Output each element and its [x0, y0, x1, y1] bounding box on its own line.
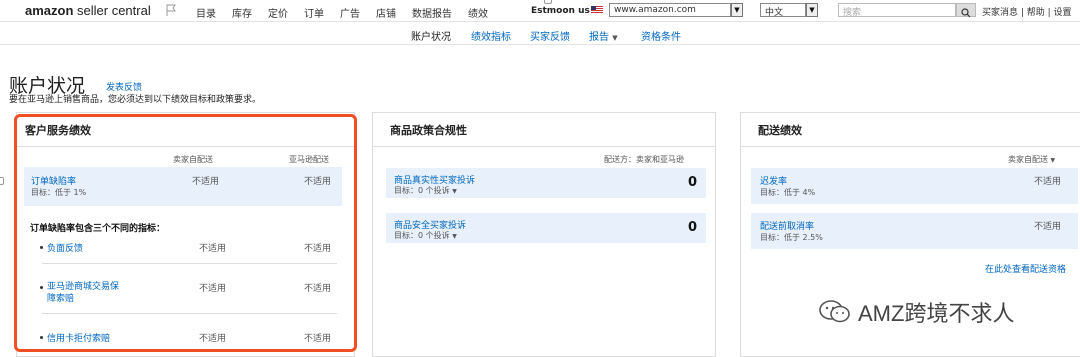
nav-stores[interactable]: 店铺: [376, 5, 396, 20]
nav-pricing[interactable]: 定价: [268, 5, 288, 20]
authenticity-target: 目标：0 个投诉 ▼: [394, 185, 457, 196]
subnav-reports[interactable]: 报告 ▼: [589, 28, 618, 43]
chevron-down-icon: ▼: [1050, 157, 1056, 164]
card-divider: [373, 146, 715, 147]
nav-performance[interactable]: 绩效: [468, 5, 488, 20]
search-input[interactable]: 搜索: [838, 3, 956, 18]
store-name: Estmoon us: [531, 6, 590, 16]
shipping-title: 配送绩效: [758, 124, 802, 137]
marketplace-select[interactable]: www.amazon.com: [609, 3, 731, 17]
shipping-eligibility-link[interactable]: 在此处查看配送资格: [985, 262, 1066, 275]
nav-advertising[interactable]: 广告: [340, 5, 360, 20]
nav-reports[interactable]: 数据报告: [412, 5, 452, 20]
policy-title: 商品政策合规性: [390, 124, 467, 137]
page-description: 要在亚马逊上销售商品，您必须达到以下绩效目标和政策要求。: [9, 95, 262, 105]
safety-value: 0: [688, 220, 698, 235]
late-shipment-target: 目标：低于 4%: [760, 188, 816, 197]
policy-compliance-card: 商品政策合规性 配送方：卖家和亚马逊 商品真实性买家投诉 目标：0 个投诉 ▼ …: [372, 112, 716, 357]
top-bar: amazon seller central 目录 库存 定价 订单 广告 店铺 …: [0, 0, 1080, 22]
flag-icon[interactable]: [165, 4, 177, 16]
shipping-filter[interactable]: 卖家自配送 ▼: [1008, 154, 1055, 165]
top-links[interactable]: 买家消息 | 帮助 | 设置: [982, 5, 1072, 18]
highlight-annotation: [14, 114, 357, 352]
cancel-rate-value: 不适用: [1034, 222, 1062, 232]
chevron-down-icon: ▼: [612, 34, 618, 42]
authenticity-complaints-row[interactable]: 商品真实性买家投诉 目标：0 个投诉 ▼ 0: [386, 168, 706, 198]
watermark-text: AMZ跨境不求人: [858, 301, 1015, 326]
safety-target-text: 目标：0 个投诉: [394, 231, 450, 240]
left-checkbox[interactable]: [0, 177, 4, 185]
subnav-account-health[interactable]: 账户状况: [411, 28, 451, 43]
amazon-seller-central-logo[interactable]: amazon seller central: [25, 3, 151, 18]
nav-catalog[interactable]: 目录: [196, 5, 216, 20]
policy-shipping-note: 配送方：卖家和亚马逊: [604, 155, 684, 164]
nav-inventory[interactable]: 库存: [232, 5, 252, 20]
cancel-rate-target: 目标：低于 2.5%: [760, 233, 823, 242]
language-select[interactable]: 中文: [760, 3, 806, 18]
subnav-performance-metrics[interactable]: 绩效指标: [471, 28, 511, 43]
authenticity-value: 0: [688, 175, 698, 190]
subnav-reports-label: 报告: [589, 32, 609, 43]
subnav-eligibility[interactable]: 资格条件: [641, 28, 681, 43]
top-checkbox[interactable]: [544, 0, 552, 4]
authenticity-target-text: 目标：0 个投诉: [394, 186, 450, 195]
safety-target: 目标：0 个投诉 ▼: [394, 230, 457, 241]
watermark: AMZ跨境不求人: [818, 296, 1014, 328]
wechat-icon: [819, 300, 850, 323]
cancel-rate-row[interactable]: 配送前取消率 目标：低于 2.5% 不适用: [751, 213, 1078, 249]
late-shipment-row[interactable]: 迟发率 目标：低于 4% 不适用: [751, 168, 1078, 204]
search-button[interactable]: [956, 3, 976, 18]
sub-nav: 账户状况 绩效指标 买家反馈 报告 ▼ 资格条件: [0, 23, 1080, 45]
cancel-rate-label[interactable]: 配送前取消率: [760, 219, 814, 232]
main-nav: 目录 库存 定价 订单 广告 店铺 数据报告 绩效: [196, 5, 504, 20]
late-shipment-value: 不适用: [1034, 177, 1062, 187]
safety-complaints-row[interactable]: 商品安全买家投诉 目标：0 个投诉 ▼ 0: [386, 213, 706, 243]
subnav-buyer-feedback[interactable]: 买家反馈: [530, 28, 570, 43]
search-icon: [961, 8, 971, 18]
card-divider: [741, 146, 1080, 147]
chevron-down-icon[interactable]: ▼: [452, 233, 457, 240]
late-shipment-label[interactable]: 迟发率: [760, 174, 787, 187]
us-flag-icon: [591, 6, 603, 14]
nav-orders[interactable]: 订单: [304, 5, 324, 20]
language-dropdown-icon[interactable]: ▼: [806, 3, 818, 17]
marketplace-dropdown-icon[interactable]: ▼: [731, 3, 743, 17]
shipping-filter-label: 卖家自配送: [1008, 155, 1048, 164]
chevron-down-icon[interactable]: ▼: [452, 188, 457, 195]
